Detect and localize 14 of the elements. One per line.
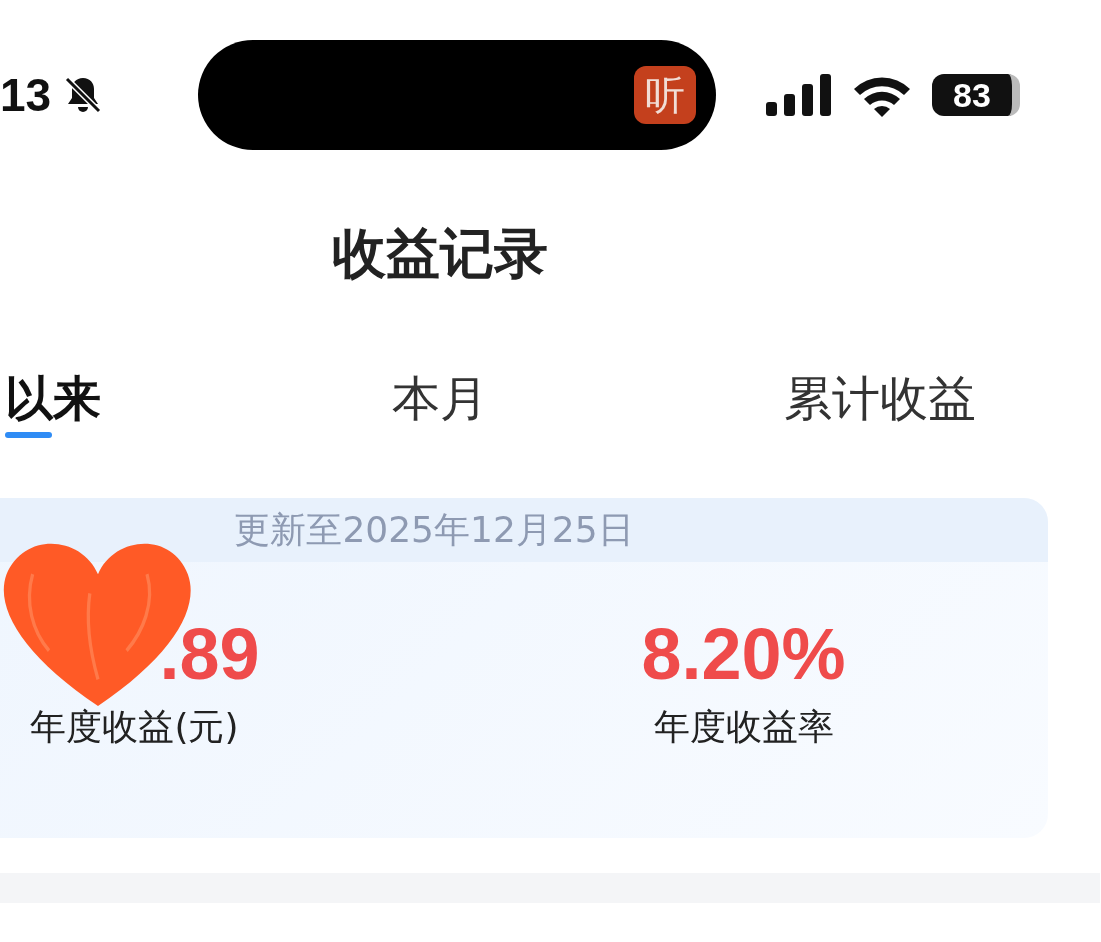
page-title: 收益记录	[331, 221, 549, 287]
battery-percent: 83	[953, 75, 991, 115]
app-badge[interactable]: 听	[634, 66, 696, 124]
clock-time: 13	[0, 68, 52, 122]
update-date: 更新至2025年12月25日	[234, 507, 634, 552]
tab[interactable]: 累计收益	[784, 368, 976, 438]
signal-icon	[766, 74, 832, 116]
tab[interactable]: 本月	[392, 368, 488, 438]
stat-label: 年度收益(元)	[30, 705, 239, 749]
stat-value: .89	[158, 613, 260, 696]
stat-value: 8.20%	[641, 613, 846, 696]
stat-label: 年度收益率	[653, 705, 834, 749]
tab-underline	[5, 432, 52, 438]
tab[interactable]: 以来	[5, 368, 101, 438]
